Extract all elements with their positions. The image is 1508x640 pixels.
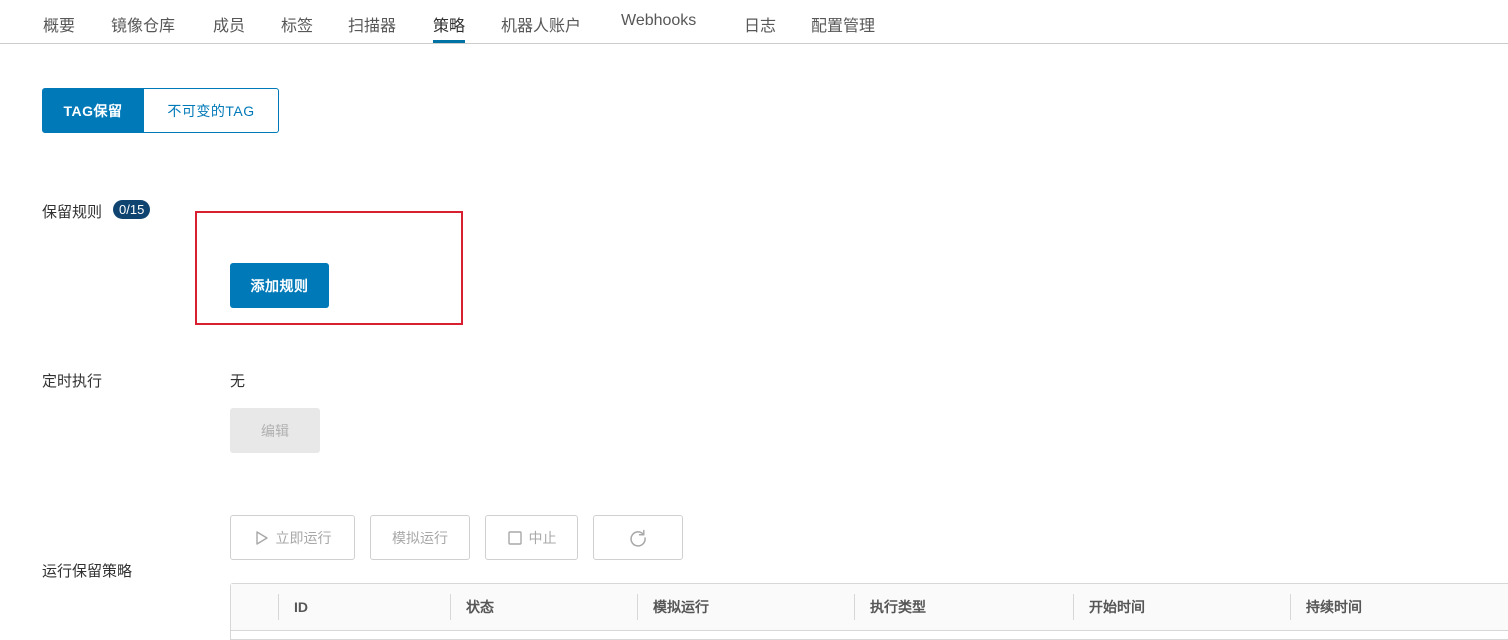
schedule-label: 定时执行	[42, 373, 103, 390]
column-status[interactable]: 状态	[451, 584, 494, 630]
column-execution-type[interactable]: 执行类型	[855, 584, 926, 630]
run-now-button[interactable]: 立即运行	[230, 515, 355, 560]
stop-icon	[507, 530, 522, 545]
execution-table: ID 状态 模拟运行 执行类型 开始时间 持续时间	[230, 583, 1508, 640]
dry-run-label: 模拟运行	[392, 529, 448, 546]
refresh-button[interactable]	[593, 515, 683, 560]
top-nav-tabs: 概要 镜像仓库 成员 标签 扫描器 策略 机器人账户 Webhooks 日志 配…	[0, 0, 1508, 44]
tab-webhooks[interactable]: Webhooks	[621, 12, 696, 43]
tag-retention-button[interactable]: TAG保留	[42, 88, 144, 133]
column-start-time[interactable]: 开始时间	[1074, 584, 1145, 630]
schedule-value: 无	[230, 373, 246, 390]
policy-type-toggle: TAG保留 不可变的TAG	[42, 88, 279, 133]
retention-rules-label: 保留规则	[42, 204, 103, 221]
add-rule-button[interactable]: 添加规则	[230, 263, 329, 308]
column-duration[interactable]: 持续时间	[1291, 584, 1362, 630]
tab-robot-accounts[interactable]: 机器人账户	[501, 12, 581, 43]
table-header: ID 状态 模拟运行 执行类型 开始时间 持续时间	[231, 584, 1508, 631]
column-dry-run[interactable]: 模拟运行	[638, 584, 709, 630]
edit-schedule-button[interactable]: 编辑	[230, 408, 320, 453]
dry-run-button[interactable]: 模拟运行	[370, 515, 470, 560]
run-retention-label: 运行保留策略	[42, 563, 133, 580]
tab-scanner[interactable]: 扫描器	[348, 12, 396, 43]
run-now-label: 立即运行	[275, 529, 332, 546]
abort-button[interactable]: 中止	[485, 515, 578, 560]
tab-logs[interactable]: 日志	[744, 12, 776, 43]
tab-labels[interactable]: 标签	[281, 12, 313, 43]
play-icon	[255, 530, 268, 545]
tab-policy[interactable]: 策略	[433, 12, 466, 43]
tab-overview[interactable]: 概要	[43, 12, 75, 43]
rule-count-badge: 0/15	[113, 200, 151, 219]
tab-repositories[interactable]: 镜像仓库	[111, 12, 175, 43]
tab-configuration[interactable]: 配置管理	[811, 12, 875, 43]
abort-label: 中止	[528, 529, 557, 546]
immutable-tag-button[interactable]: 不可变的TAG	[144, 88, 279, 133]
refresh-icon	[630, 529, 646, 547]
column-id[interactable]: ID	[279, 584, 308, 630]
tab-members[interactable]: 成员	[213, 12, 245, 43]
